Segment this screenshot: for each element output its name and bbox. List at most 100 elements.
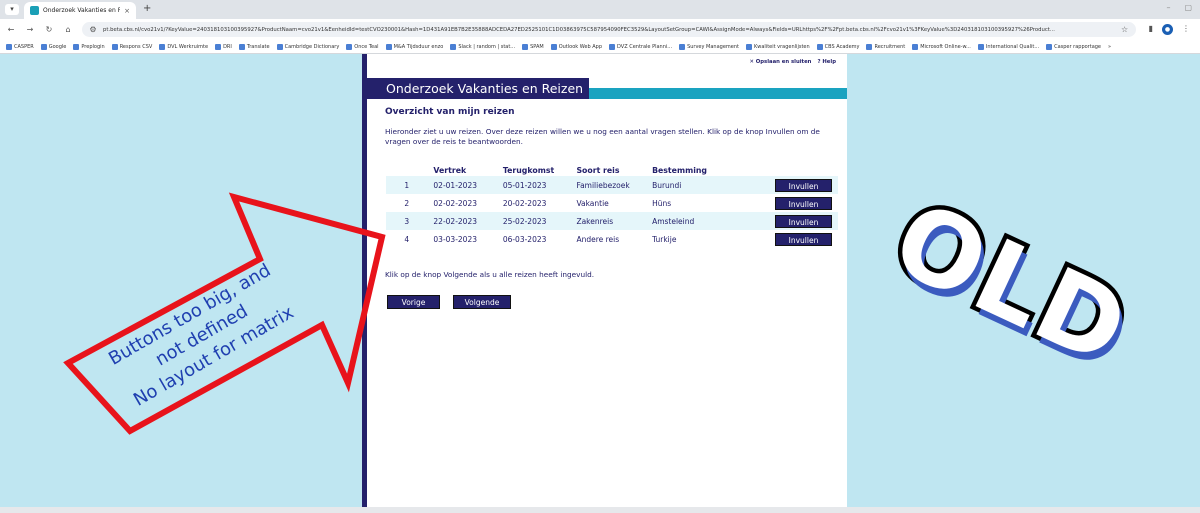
bookmarks-more-icon[interactable]: » (1108, 44, 1111, 50)
minimize-icon[interactable]: – (1166, 3, 1170, 12)
footer-instruction: Klik op de knop Volgende als u alle reiz… (385, 270, 595, 279)
bookmark-label: M&A Tijdsduur enzo (393, 43, 444, 50)
browser-tab-bar: ▾ Onderzoek Vakanties en Reizen × + – ▢ (0, 0, 1200, 19)
bookmark-favicon-icon (866, 43, 873, 50)
bookmark-label: Respons CSV (119, 43, 153, 50)
section-title: Overzicht van mijn reizen (385, 107, 515, 117)
help-link[interactable]: ? Help (817, 59, 836, 65)
status-bar (0, 507, 1200, 513)
bookmark-label: CBS Academy (824, 43, 860, 50)
trip-return: 20-02-2023 (502, 198, 547, 208)
bookmark-item[interactable]: Preplogin (73, 43, 105, 50)
fill-in-button[interactable]: Invullen (775, 232, 832, 246)
bookmark-favicon-icon (977, 43, 984, 50)
header-trip-type: Soort reis (576, 165, 620, 175)
bookmark-item[interactable]: DVL Werkruimte (159, 43, 208, 50)
fill-in-button[interactable]: Invullen (775, 196, 832, 210)
bookmark-item[interactable]: Once Teal (346, 43, 379, 50)
trip-departure: 02-02-2023 (433, 198, 477, 208)
sidepanel-icon[interactable]: ▮ (1149, 24, 1153, 35)
back-icon[interactable]: ← (6, 25, 16, 34)
bookmark-item[interactable]: Casper rapportage (1046, 43, 1101, 50)
bookmark-item[interactable]: Translate (238, 43, 270, 50)
toolbar-right: ▮ ● ⋮ (1149, 24, 1190, 35)
header-action (775, 164, 838, 176)
next-button[interactable]: Volgende (453, 295, 511, 309)
previous-button[interactable]: Vorige (387, 295, 440, 309)
survey-page: ✕ Opslaan en sluiten ? Help Onderzoek Va… (362, 54, 847, 513)
new-tab-icon[interactable]: + (143, 3, 151, 14)
site-info-icon[interactable]: ⚙ (88, 25, 98, 34)
browser-tab[interactable]: Onderzoek Vakanties en Reizen × (24, 2, 136, 19)
bookmark-item[interactable]: Recruitment (866, 43, 905, 50)
bookmark-item[interactable]: Slack | random | stat... (450, 43, 515, 50)
trips-header-row: Vertrek Terugkomst Soort reis Bestemming (386, 164, 838, 176)
bookmark-item[interactable]: Survey Management (679, 43, 739, 50)
header-return: Terugkomst (502, 165, 555, 175)
bookmark-item[interactable]: Outlook Web App (550, 43, 603, 50)
bookmark-favicon-icon (745, 43, 752, 50)
bookmark-label: Kwaliteit vragenlijsten (753, 43, 810, 50)
intro-text: Hieronder ziet u uw reizen. Over deze re… (385, 127, 820, 146)
bookmarks-bar: CASPER Google Preplogin Respons CSV DVL Werk… (0, 40, 1200, 54)
bookmark-item[interactable]: Respons CSV (111, 43, 153, 50)
header-departure: Vertrek (433, 165, 467, 175)
trip-index: 4 (404, 234, 410, 244)
bookmark-label: CASPER (14, 43, 34, 50)
bookmark-favicon-icon (73, 43, 80, 50)
survey-banner-title: Onderzoek Vakanties en Reizen (367, 78, 590, 99)
bookmark-label: Cambridge Dictionary (284, 43, 340, 50)
trip-index: 1 (404, 180, 410, 190)
fill-in-button[interactable]: Invullen (775, 214, 832, 228)
tab-close-icon[interactable]: × (124, 7, 130, 15)
trip-action-cell: Invullen (775, 194, 838, 212)
bookmark-item[interactable]: Cambridge Dictionary (276, 43, 340, 50)
bookmark-label: DVZ Centrale Planni... (617, 43, 673, 50)
bookmark-item[interactable]: DVZ Centrale Planni... (609, 43, 673, 50)
browser-toolbar: ← → ↻ ⌂ ⚙ pt.beta.cbs.nl/cvo21v1/?KeyVal… (0, 19, 1200, 40)
trip-destination: Hüns (652, 198, 672, 208)
bookmark-item[interactable]: CBS Academy (816, 43, 860, 50)
trip-index: 3 (404, 216, 410, 226)
bookmark-favicon-icon (346, 43, 353, 50)
bookmark-favicon-icon (40, 43, 47, 50)
menu-icon[interactable]: ⋮ (1182, 24, 1190, 35)
bookmark-favicon-icon (215, 43, 222, 50)
bookmark-favicon-icon (522, 43, 529, 50)
window-controls: – ▢ (1166, 3, 1192, 12)
bookmark-item[interactable]: Kwaliteit vragenlijsten (745, 43, 810, 50)
cbs-favicon-icon (30, 6, 39, 15)
bookmark-item[interactable]: DRI (215, 43, 232, 50)
trip-return: 25-02-2023 (502, 216, 547, 226)
bookmark-item[interactable]: Google (40, 43, 66, 50)
trip-type: Vakantie (576, 198, 609, 208)
trip-type: Familiebezoek (576, 180, 630, 190)
trip-row: 4 03-03-2023 06-03-2023 Andere reis Turkije I… (386, 230, 838, 248)
bookmark-item[interactable]: International Qualit... (977, 43, 1040, 50)
bookmark-item[interactable]: Microsoft Online-w... (912, 43, 971, 50)
bookmark-label: International Qualit... (985, 43, 1040, 50)
trip-row: 1 02-01-2023 05-01-2023 Familiebezoek Burund… (386, 176, 838, 194)
url-text[interactable]: pt.beta.cbs.nl/cvo21v1/?KeyValue=2403181… (103, 27, 1115, 33)
fill-in-button[interactable]: Invullen (775, 178, 832, 192)
maximize-icon[interactable]: ▢ (1184, 3, 1192, 12)
bookmark-star-icon[interactable]: ☆ (1120, 25, 1130, 34)
bookmark-item[interactable]: CASPER (6, 43, 34, 50)
trip-return: 05-01-2023 (502, 180, 547, 190)
save-close-link[interactable]: ✕ Opslaan en sluiten (749, 59, 811, 65)
bookmark-favicon-icon (609, 43, 616, 50)
bookmark-item[interactable]: M&A Tijdsduur enzo (385, 43, 444, 50)
address-bar[interactable]: ⚙ pt.beta.cbs.nl/cvo21v1/?KeyValue=24031… (82, 22, 1136, 37)
trip-destination: Turkije (652, 234, 677, 244)
home-icon[interactable]: ⌂ (63, 25, 73, 34)
reload-icon[interactable]: ↻ (44, 25, 54, 34)
profile-avatar[interactable]: ● (1162, 24, 1173, 35)
trip-row: 3 22-02-2023 25-02-2023 Zakenreis Amsteleind… (386, 212, 838, 230)
top-links: ✕ Opslaan en sluiten ? Help (749, 59, 836, 65)
bookmark-label: Once Teal (354, 43, 379, 50)
forward-icon[interactable]: → (25, 25, 35, 34)
bookmark-label: Survey Management (687, 43, 739, 50)
tab-search-icon[interactable]: ▾ (5, 4, 19, 15)
bookmark-item[interactable]: SPAM (522, 43, 544, 50)
bookmark-label: Outlook Web App (558, 43, 603, 50)
